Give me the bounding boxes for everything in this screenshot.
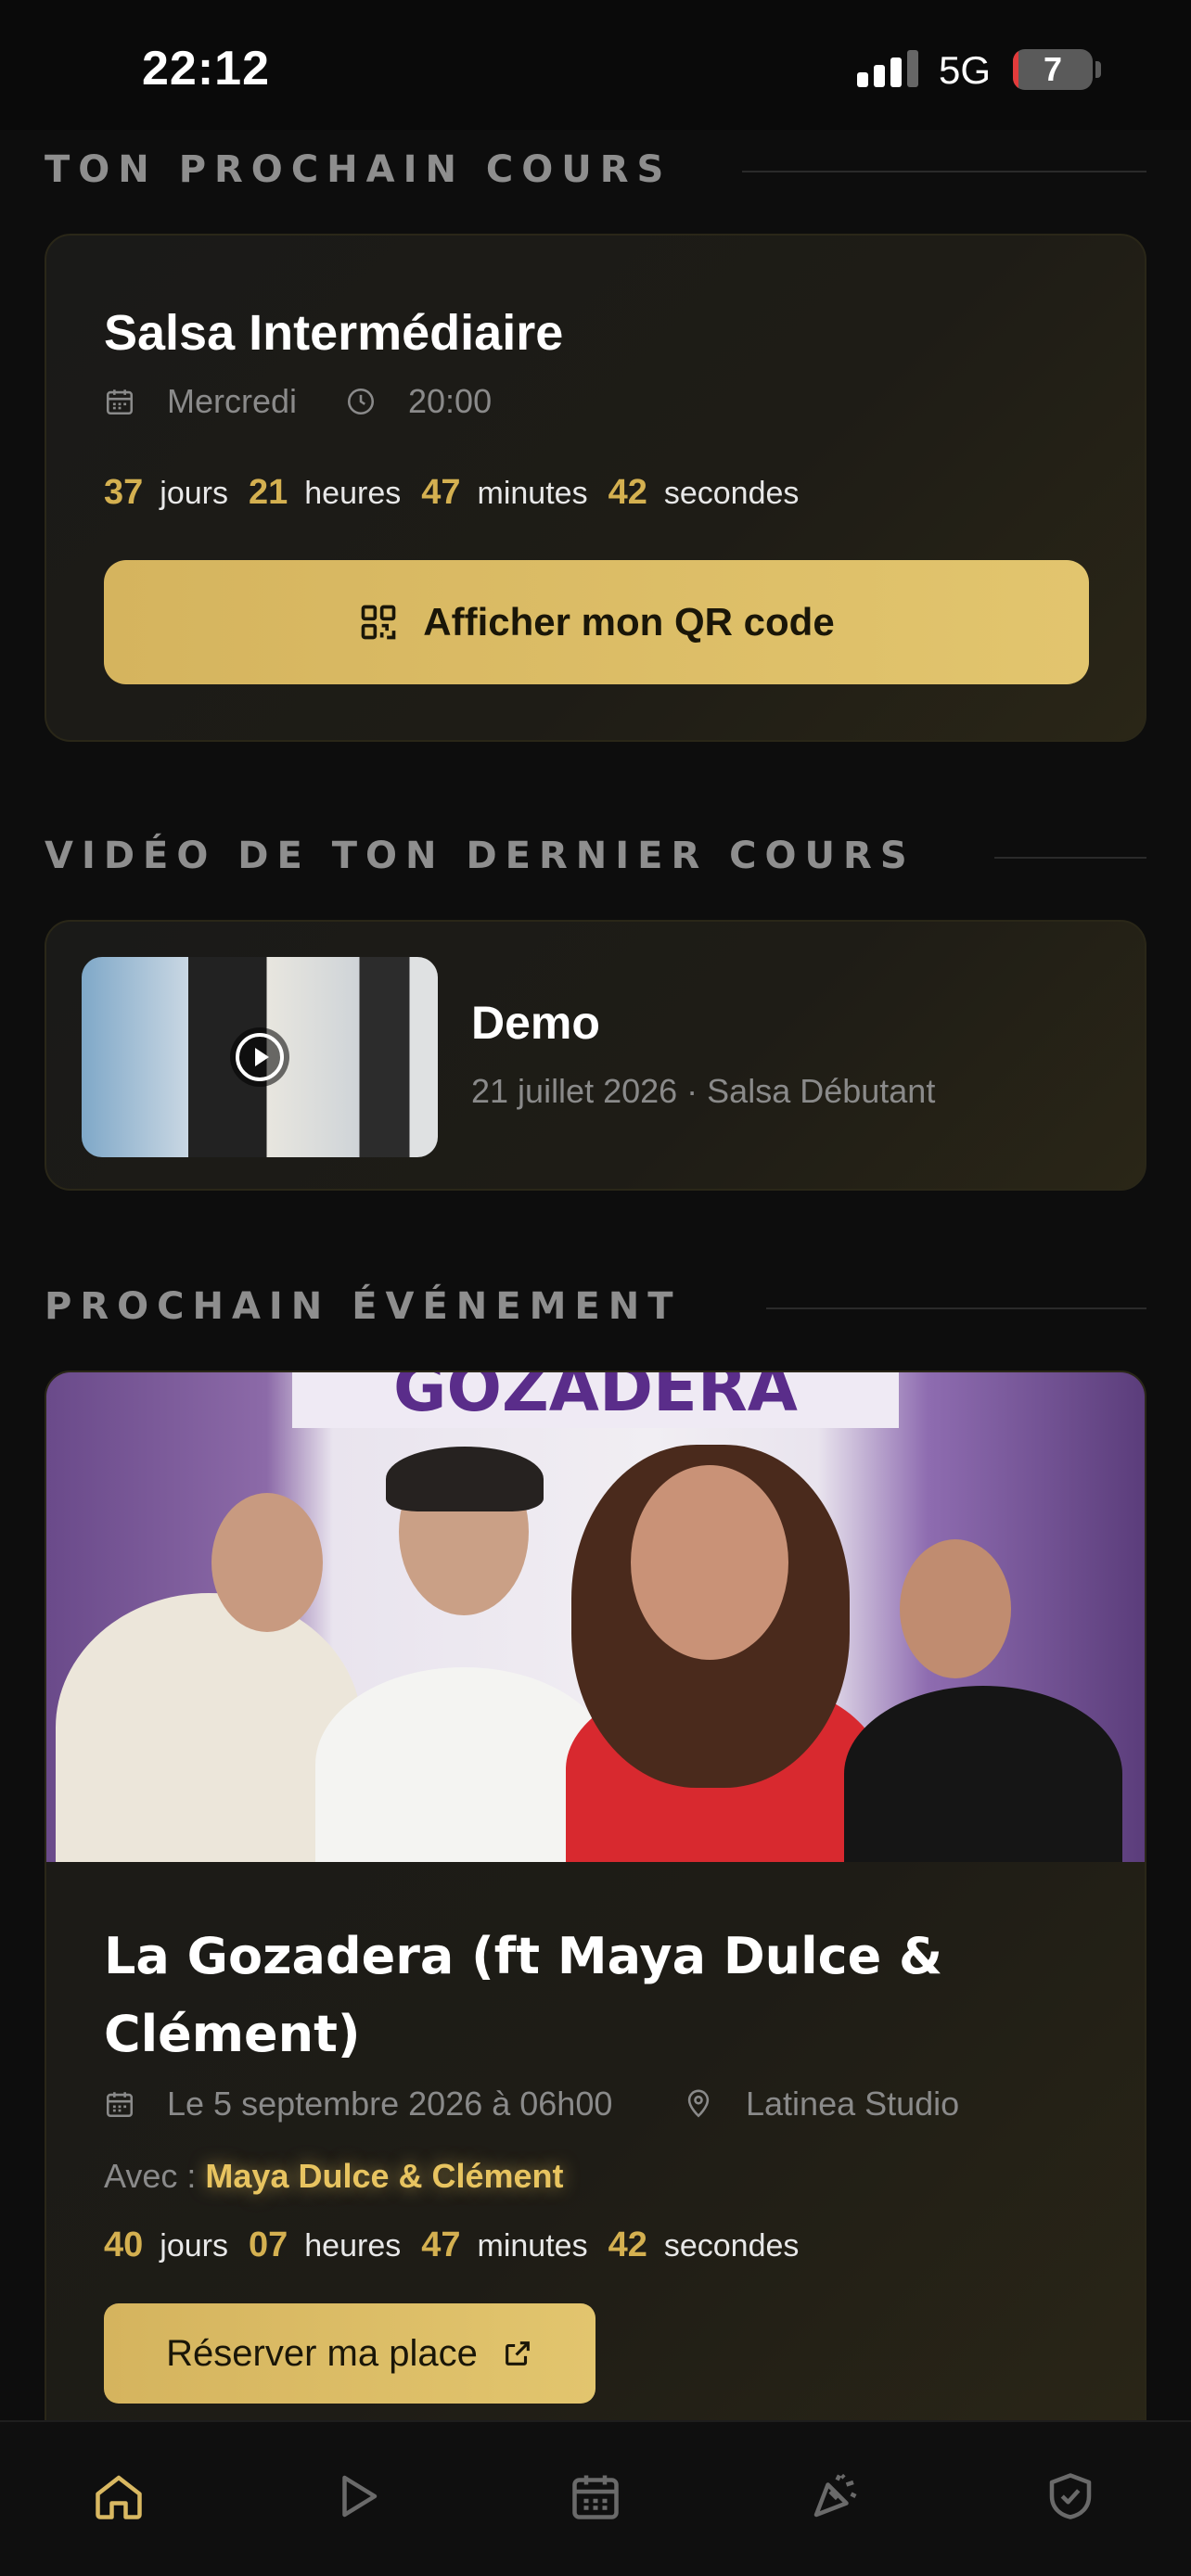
video-title: Demo	[471, 997, 600, 1049]
bottom-nav	[0, 2420, 1191, 2576]
course-countdown: 37 jours 21 heures 47 minutes 42 secondes	[104, 473, 819, 513]
nav-security[interactable]	[1043, 2468, 1098, 2524]
home-icon[interactable]	[91, 2468, 147, 2524]
status-time: 22:12	[142, 42, 270, 96]
with-label: Avec :	[104, 2157, 197, 2195]
divider	[742, 171, 1146, 172]
video-subtitle: 21 juillet 2026 · Salsa Débutant	[471, 1072, 936, 1110]
play-icon[interactable]	[230, 1027, 289, 1087]
show-qr-code-button[interactable]: Afficher mon QR code	[104, 560, 1089, 684]
map-pin-icon	[687, 2089, 710, 2118]
course-time-text: 20:00	[408, 382, 493, 420]
countdown-days: 37	[104, 473, 144, 512]
network-type: 5G	[939, 48, 992, 92]
divider	[994, 857, 1146, 859]
show-qr-code-label: Afficher mon QR code	[423, 600, 835, 644]
next-course-card: Salsa Intermédiaire Mercredi 20:00 37 jou…	[45, 234, 1146, 742]
battery-level: 7	[1043, 50, 1063, 88]
event-location-text: Latinea Studio	[746, 2085, 960, 2123]
countdown-hours: 07	[248, 2225, 288, 2264]
event-hosts: Avec : Maya Dulce & Clément	[104, 2157, 564, 2196]
nav-home[interactable]	[91, 2468, 147, 2524]
qr-code-icon	[361, 605, 396, 640]
next-event-card: GOZADERA La Gozadera (ft Maya Dulce & Cl…	[45, 1371, 1146, 2465]
nav-events[interactable]	[807, 2468, 863, 2524]
countdown-minutes: 47	[421, 2225, 461, 2264]
event-countdown: 40 jours 07 heures 47 minutes 42 secondes	[104, 2225, 819, 2265]
shield-check-icon[interactable]	[1043, 2468, 1098, 2524]
battery-tip	[1095, 61, 1101, 78]
section-title-last-video: VIDÉO DE TON DERNIER COURS	[45, 835, 916, 877]
countdown-seconds: 42	[608, 473, 647, 512]
countdown-days-label: jours	[160, 476, 228, 511]
countdown-days: 40	[104, 2225, 144, 2264]
host-names: Maya Dulce & Clément	[205, 2157, 564, 2195]
signal-icon	[857, 50, 918, 87]
countdown-hours: 21	[248, 473, 288, 512]
section-title-next-event: PROCHAIN ÉVÉNEMENT	[45, 1285, 682, 1328]
calendar-icon[interactable]	[568, 2468, 623, 2524]
calendar-icon	[106, 2092, 134, 2118]
course-day-text: Mercredi	[167, 382, 298, 420]
divider	[766, 1307, 1146, 1309]
event-date: Le 5 septembre 2026 à 06h00	[104, 2085, 612, 2123]
countdown-seconds-label: secondes	[663, 2228, 800, 2264]
countdown-hours-label: heures	[304, 476, 402, 511]
reserve-spot-button[interactable]: Réserver ma place	[104, 2303, 596, 2404]
countdown-minutes: 47	[421, 473, 461, 512]
party-popper-icon[interactable]	[807, 2468, 863, 2524]
course-day: Mercredi	[104, 382, 297, 421]
battery-icon: 7	[1013, 49, 1093, 90]
course-name: Salsa Intermédiaire	[104, 305, 564, 361]
last-video-card[interactable]: Demo 21 juillet 2026 · Salsa Débutant	[45, 920, 1146, 1191]
event-location: Latinea Studio	[683, 2085, 959, 2123]
course-time: 20:00	[345, 382, 492, 421]
event-date-text: Le 5 septembre 2026 à 06h00	[167, 2085, 613, 2123]
countdown-minutes-label: minutes	[477, 2228, 588, 2264]
video-thumbnail[interactable]	[82, 957, 438, 1157]
countdown-hours-label: heures	[304, 2228, 402, 2264]
event-image: GOZADERA	[46, 1372, 1145, 1862]
countdown-minutes-label: minutes	[477, 476, 588, 511]
event-title: La Gozadera (ft Maya Dulce & Clément)	[104, 1927, 943, 2063]
clock-icon	[347, 388, 375, 415]
play-icon[interactable]	[328, 2468, 384, 2524]
calendar-icon	[106, 389, 134, 415]
external-link-icon	[505, 2341, 530, 2366]
status-bar: 22:12 5G 7	[0, 0, 1191, 130]
countdown-seconds: 42	[608, 2225, 647, 2264]
countdown-seconds-label: secondes	[663, 476, 800, 511]
event-banner: GOZADERA	[292, 1372, 899, 1428]
nav-videos[interactable]	[328, 2468, 384, 2524]
countdown-days-label: jours	[160, 2228, 228, 2264]
section-title-next-course: TON PROCHAIN COURS	[45, 148, 672, 191]
reserve-spot-label: Réserver ma place	[166, 2332, 478, 2374]
nav-calendar[interactable]	[568, 2468, 623, 2524]
